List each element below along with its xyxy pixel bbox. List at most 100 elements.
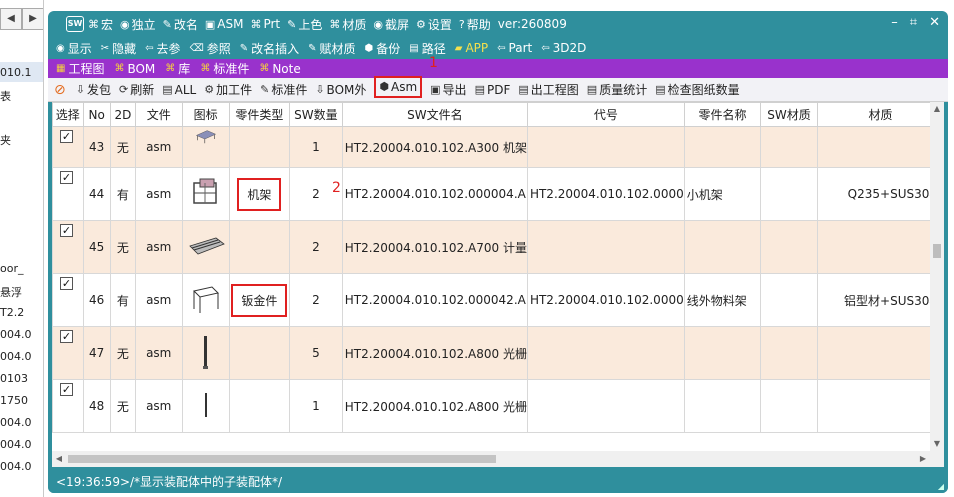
part-type-cell[interactable]: 机架 [228,167,291,221]
titlebar-item-Prt[interactable]: ⌘ Prt [250,16,280,33]
tree-line[interactable]: 夹 [0,132,11,148]
scroll-up-arrow[interactable]: ▲ [930,102,944,116]
toolbar3-button-导出[interactable]: ▣ 导出 [430,81,466,98]
row-checkbox[interactable]: ✓ [60,277,73,290]
toolbar3-button-刷新[interactable]: ⟳ 刷新 [119,81,154,98]
select-cell[interactable]: ✓ [52,167,84,221]
toolbar3-button-标准件[interactable]: ✎ 标准件 [260,81,307,98]
toolbar3-button-加工件[interactable]: ⚙ 加工件 [204,81,252,98]
scroll-left-arrow[interactable]: ◀ [52,451,66,467]
row-checkbox[interactable]: ✓ [60,383,73,396]
toolbar1-button-APP[interactable]: ▰ APP [455,41,488,55]
toolbar3-button-Asm[interactable]: ⬢ Asm [374,75,423,98]
column-header-代号[interactable]: 代号 [526,102,685,127]
row-checkbox[interactable]: ✓ [60,130,73,143]
select-cell[interactable]: ✓ [52,126,84,168]
titlebar-item-材质[interactable]: ⌘ 材质 [329,16,366,33]
maximize-button[interactable]: ⌗ [910,15,917,30]
column-header-SW文件名[interactable]: SW文件名 [341,102,528,127]
toolbar1-button-隐藏[interactable]: ✂ 隐藏 [101,40,136,57]
vertical-scroll-thumb[interactable] [933,244,941,258]
tree-line[interactable]: T2.2 [0,306,24,319]
horizontal-scrollbar[interactable]: ◀ ▶ [52,451,930,467]
tree-line[interactable]: 1750 [0,394,28,407]
toolbar1-button-显示[interactable]: ◉ 显示 [56,40,92,57]
row-checkbox[interactable]: ✓ [60,224,73,237]
tree-line[interactable]: 004.0 [0,438,32,451]
titlebar-item-截屏[interactable]: ◉ 截屏 [373,16,409,33]
titlebar-item-帮助[interactable]: ? 帮助 [459,16,491,33]
table-row[interactable]: ✓ 48 无 asm 1 HT2.20004.010.102.A800 光栅 [52,379,944,433]
toolbar1-button-路径[interactable]: ▤ 路径 [409,40,445,57]
toolbar1-button-3D2D[interactable]: ⇦ 3D2D [541,41,586,55]
scroll-down-arrow[interactable]: ▼ [930,437,944,451]
toolbar1-button-去参[interactable]: ⇦ 去参 [145,40,180,57]
row-checkbox[interactable]: ✓ [60,330,73,343]
part-type-cell[interactable]: 钣金件 [228,273,291,327]
column-header-SW数量[interactable]: SW数量 [289,102,343,127]
minimize-button[interactable]: – [891,15,898,30]
tree-forward-button[interactable]: ▶ [22,8,43,30]
part-type-cell[interactable] [228,220,291,274]
tree-line[interactable]: 004.0 [0,350,32,363]
table-row[interactable]: ✓ 45 无 asm 2 HT2.20004.010.102.A700 计量 [52,220,944,274]
tree-line[interactable]: oor_ [0,262,23,275]
tree-line[interactable]: 悬浮 [0,284,22,300]
column-header-2D[interactable]: 2D [109,102,136,127]
toolbar3-button-质量统计[interactable]: ▤ 质量统计 [587,81,647,98]
tree-line[interactable]: 0103 [0,372,28,385]
toolbar3-button-BOM外[interactable]: ⇩ BOM外 [315,81,366,98]
titlebar-item-改名[interactable]: ✎ 改名 [163,16,198,33]
close-button[interactable]: ✕ [929,15,940,30]
select-cell[interactable]: ✓ [52,326,84,380]
tree-line[interactable]: 表 [0,88,11,104]
toolbar2-button-BOM[interactable]: ⌘ BOM [114,62,155,76]
part-type-cell[interactable] [228,379,291,433]
titlebar-item-ASM[interactable]: ▣ ASM [205,16,244,33]
scroll-right-arrow[interactable]: ▶ [916,451,930,467]
select-cell[interactable]: ✓ [52,379,84,433]
column-header-材质[interactable]: 材质 [816,102,944,127]
titlebar-item-独立[interactable]: ◉ 独立 [120,16,156,33]
column-header-SW材质[interactable]: SW材质 [760,102,818,127]
select-cell[interactable]: ✓ [52,220,84,274]
toolbar3-button-PDF[interactable]: ▤ PDF [475,83,511,97]
column-header-文件[interactable]: 文件 [134,102,183,127]
part-type-cell[interactable] [228,126,291,168]
toolbar3-button-ALL[interactable]: ▤ ALL [162,83,196,97]
resize-grip[interactable]: ◢ [938,482,944,491]
tree-back-button[interactable]: ◀ [0,8,22,30]
titlebar-item-上色[interactable]: ✎ 上色 [287,16,322,33]
toolbar2-button-Note[interactable]: ⌘ Note [259,62,300,76]
toolbar1-button-赋材质[interactable]: ✎ 赋材质 [308,40,355,57]
toolbar2-button-标准件[interactable]: ⌘ 标准件 [200,60,249,77]
part-type-cell[interactable] [228,326,291,380]
horizontal-scroll-thumb[interactable] [68,455,496,463]
column-header-选择[interactable]: 选择 [52,102,84,127]
tree-line[interactable]: 010.1 [0,66,32,79]
toolbar1-button-Part[interactable]: ⇦ Part [497,41,532,55]
column-header-图标[interactable]: 图标 [181,102,230,127]
table-row[interactable]: ✓ 46 有 asm 钣金件 2 HT2.20004.010.102.000042.A HT2… [52,273,944,327]
toolbar3-button-logo[interactable]: ⊘ [54,82,68,98]
tree-line[interactable]: 004.0 [0,416,32,429]
row-checkbox[interactable]: ✓ [60,171,73,184]
titlebar-item-宏[interactable]: ⌘ 宏 [88,16,113,33]
toolbar3-button-检查图纸数量[interactable]: ▤ 检查图纸数量 [655,81,739,98]
toolbar1-button-改名插入[interactable]: ✎ 改名插入 [240,40,299,57]
table-row[interactable]: ✓ 43 无 asm 1 HT2.20004.010.102.A300 机架 [52,126,944,168]
titlebar-item-设置[interactable]: ⚙ 设置 [416,16,452,33]
toolbar2-button-工程图[interactable]: ▦ 工程图 [56,60,104,77]
toolbar1-button-参照[interactable]: ⌫ 参照 [190,40,231,57]
toolbar1-button-备份[interactable]: ⬢ 备份 [365,40,401,57]
column-header-零件名称[interactable]: 零件名称 [683,102,762,127]
toolbar2-button-库[interactable]: ⌘ 库 [165,60,190,77]
select-cell[interactable]: ✓ [52,273,84,327]
column-header-零件类型[interactable]: 零件类型 [228,102,291,127]
table-row[interactable]: ✓ 44 有 asm 机架 2 HT2.20004.010.102.000004.A HT2.… [52,167,944,221]
vertical-scrollbar[interactable]: ▲ ▼ [930,102,944,467]
tree-line[interactable]: 004.0 [0,328,32,341]
toolbar3-button-出工程图[interactable]: ▤ 出工程图 [518,81,578,98]
column-header-No[interactable]: No [82,102,111,127]
tree-line[interactable]: 004.0 [0,460,32,473]
